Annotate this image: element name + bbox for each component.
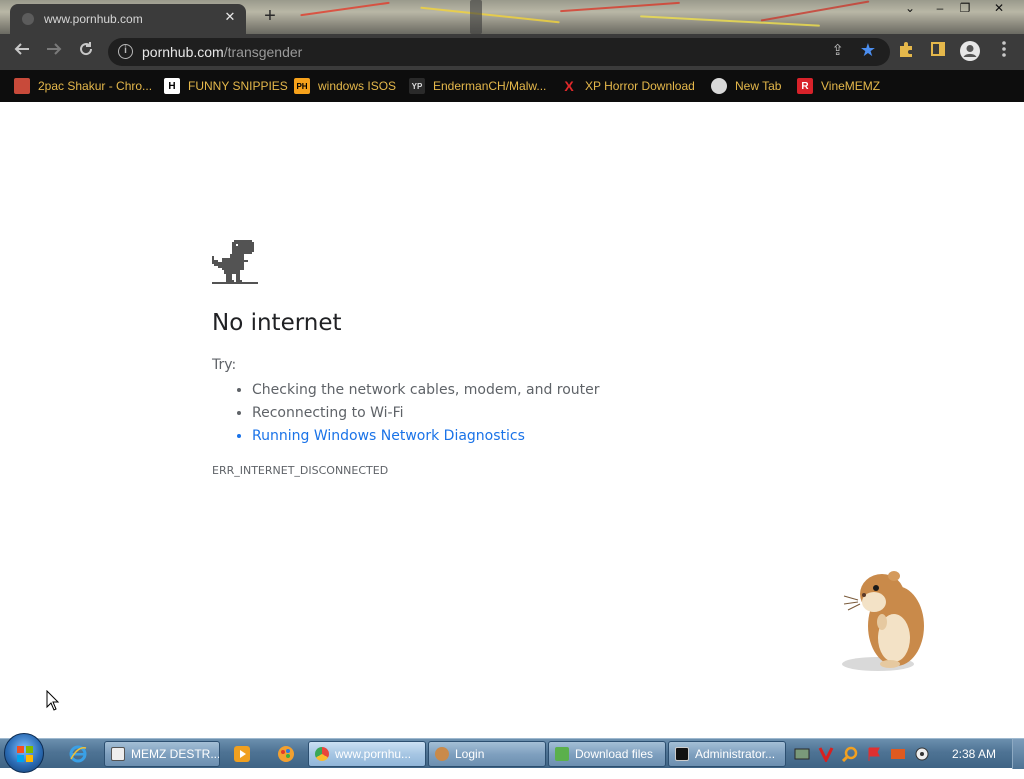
bookmarks-bar: 2pac Shakur - Chro... H FUNNY SNIPPIES P… (0, 70, 1024, 102)
bookmark-funny-snippies[interactable]: H FUNNY SNIPPIES (164, 77, 288, 95)
dino-icon[interactable] (212, 240, 258, 286)
wallpaper-streak (420, 6, 560, 24)
page-title: No internet (212, 310, 342, 336)
download-icon (555, 747, 569, 761)
kebab-menu-icon (1002, 41, 1006, 57)
task-label: Download files (575, 747, 654, 761)
volume-tray-icon[interactable] (914, 746, 930, 762)
hamster-icon (842, 571, 924, 671)
address-bar[interactable]: i pornhub.com/transgender ⇪ ★ (108, 38, 890, 66)
reload-button[interactable] (74, 40, 98, 64)
r-logo-icon: R (797, 78, 813, 94)
bookmark-label: EndermanCH/Malw... (433, 79, 547, 93)
task-label: MEMZ DESTR... (131, 747, 220, 761)
active-tab[interactable]: www.pornhub.com ✕ (10, 4, 246, 34)
bookmark-2pac[interactable]: 2pac Shakur - Chro... (14, 77, 152, 95)
internet-explorer-icon[interactable] (68, 744, 88, 764)
system-clock[interactable]: 2:38 AM (952, 747, 996, 761)
close-window-button[interactable]: ✕ (984, 0, 1014, 18)
wallpaper-streak (640, 15, 820, 27)
v-tray-icon[interactable] (818, 746, 834, 762)
url-path: /transgender (223, 44, 303, 60)
user-icon (435, 747, 449, 761)
title-bar: www.pornhub.com ✕ + ⌄ ‒ ❐ ✕ (0, 0, 1024, 34)
paint-icon[interactable] (276, 744, 296, 764)
network-tray-icon[interactable] (794, 746, 810, 762)
chrome-icon (315, 747, 329, 761)
x-logo-icon: X (564, 78, 574, 94)
bookmark-windows-isos[interactable]: PH windows ISOS (294, 77, 396, 95)
url-text[interactable]: pornhub.com/transgender (142, 44, 302, 60)
page-content: No internet Try: Checking the network ca… (0, 102, 1024, 738)
bookmark-label: windows ISOS (318, 79, 397, 93)
wallpaper-streak (560, 1, 680, 13)
wallpaper-streak (300, 1, 390, 17)
forward-arrow-icon (47, 43, 62, 55)
bookmark-xp-horror[interactable]: X XP Horror Download (561, 77, 695, 95)
try-label: Try: (212, 357, 237, 373)
menu-button[interactable] (992, 40, 1016, 64)
error-code: ERR_INTERNET_DISCONNECTED (212, 464, 389, 477)
bookmark-new-tab[interactable]: New Tab (711, 77, 781, 95)
side-panel-icon (931, 42, 945, 56)
tab-favicon-icon (22, 13, 34, 25)
back-button[interactable] (10, 40, 34, 64)
bookmark-label: VineMEMZ (821, 79, 881, 93)
flag-tray-icon[interactable] (866, 746, 882, 762)
cmd-icon (675, 747, 689, 761)
task-memz-destructive[interactable]: MEMZ DESTR... (104, 741, 220, 767)
h-logo-icon: H (164, 78, 180, 94)
task-label: www.pornhu... (335, 747, 412, 761)
memz-icon (111, 747, 125, 761)
display-tray-icon[interactable] (890, 746, 906, 762)
search-tray-icon[interactable] (842, 746, 858, 762)
tab-search-chevron-icon[interactable]: ⌄ (895, 0, 925, 18)
bookmark-label: FUNNY SNIPPIES (188, 79, 288, 93)
bookmark-vinememz[interactable]: R VineMEMZ (797, 77, 880, 95)
wallpaper-streak (470, 0, 482, 34)
wallpaper-streak (760, 0, 870, 22)
task-download-files[interactable]: Download files (548, 741, 666, 767)
task-administrator-cmd[interactable]: Administrator... (668, 741, 786, 767)
windows-logo-icon (17, 746, 33, 762)
taskbar: MEMZ DESTR... www.pornhu... Login Downlo… (0, 733, 1024, 773)
task-label: Login (455, 747, 485, 761)
suggestion-check-cables: Checking the network cables, modem, and … (252, 379, 600, 402)
yp-logo-icon: YP (409, 78, 425, 94)
media-player-icon[interactable] (232, 744, 252, 764)
puzzle-icon (900, 42, 912, 57)
bookmark-star-icon[interactable]: ★ (860, 40, 876, 61)
bookmark-label: New Tab (735, 79, 782, 93)
back-arrow-icon (14, 43, 29, 55)
show-desktop-button[interactable] (1012, 739, 1024, 769)
tab-title: www.pornhub.com (44, 12, 143, 26)
browser-toolbar: i pornhub.com/transgender ⇪ ★ (0, 34, 1024, 70)
bookmark-label: XP Horror Download (585, 79, 695, 93)
bookmark-endermanch[interactable]: YP EndermanCH/Malw... (409, 77, 546, 95)
mouse-cursor-icon (46, 690, 60, 711)
ph-logo-icon: PH (294, 78, 310, 94)
profile-button[interactable] (958, 40, 982, 64)
reload-icon (80, 42, 93, 56)
site-info-icon[interactable]: i (118, 44, 133, 59)
restore-button[interactable]: ❐ (950, 0, 980, 18)
suggestions-list: Checking the network cables, modem, and … (212, 379, 600, 448)
side-panel-button[interactable] (926, 40, 950, 64)
share-icon[interactable]: ⇪ (831, 41, 844, 59)
start-button[interactable] (4, 733, 44, 773)
network-diagnostics-link[interactable]: Running Windows Network Diagnostics (252, 425, 600, 448)
globe-icon (711, 78, 727, 94)
forward-button[interactable] (42, 40, 66, 64)
task-label: Administrator... (695, 747, 776, 761)
suggestion-reconnect-wifi: Reconnecting to Wi-Fi (252, 402, 600, 425)
tab-close-button[interactable]: ✕ (222, 9, 238, 25)
new-tab-button[interactable]: + (258, 5, 282, 29)
url-host: pornhub.com (142, 44, 224, 60)
avatar-icon (960, 41, 980, 61)
task-chrome[interactable]: www.pornhu... (308, 741, 426, 767)
task-login[interactable]: Login (428, 741, 546, 767)
extensions-button[interactable] (894, 40, 918, 64)
gift-icon (14, 78, 30, 94)
bookmark-label: 2pac Shakur - Chro... (38, 79, 153, 93)
